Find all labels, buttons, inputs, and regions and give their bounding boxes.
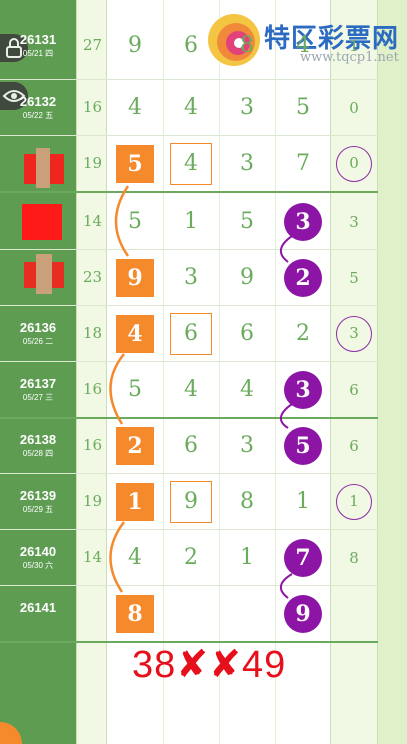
redacted-mark bbox=[22, 200, 66, 248]
arc-purple bbox=[280, 403, 293, 429]
sum-value: 23 bbox=[82, 268, 103, 286]
digit-cell: 9 bbox=[284, 595, 322, 633]
arc-purple bbox=[280, 573, 293, 599]
lottery-chart: 特区彩票网 www.tqcp1.net 38✘✘49 26131 05/21 四2… bbox=[0, 0, 407, 744]
tail-value: 3 bbox=[349, 213, 359, 231]
tail-value: 0 bbox=[349, 99, 359, 117]
digit-cell: 5 bbox=[116, 145, 154, 183]
sum-value: 16 bbox=[82, 98, 103, 116]
tail-value: 0 bbox=[336, 146, 372, 182]
digit-cell: 3 bbox=[240, 95, 254, 120]
digit-cell: 8 bbox=[116, 595, 154, 633]
tail-value: 5 bbox=[349, 269, 359, 287]
digit-cell: 8 bbox=[240, 33, 254, 58]
digit-cell: 9 bbox=[116, 259, 154, 297]
digit-cell: 2 bbox=[284, 259, 322, 297]
digit-cell: 8 bbox=[240, 489, 254, 514]
issue-date: 05/22 五 bbox=[22, 111, 54, 120]
digit-cell: 1 bbox=[240, 545, 254, 570]
issue-number: 26138 bbox=[19, 432, 57, 447]
redacted-mark bbox=[24, 148, 66, 192]
digit-cell: 9 bbox=[170, 481, 212, 523]
sum-value: 14 bbox=[82, 212, 103, 230]
digit-cell: 5 bbox=[128, 209, 142, 234]
issue-label: 26140 05/30 六 bbox=[0, 544, 76, 571]
digit-cell: 4 bbox=[184, 377, 198, 402]
issue-date: 05/27 三 bbox=[22, 393, 54, 402]
issue-date: 05/29 五 bbox=[22, 505, 54, 514]
issue-date: 05/21 四 bbox=[22, 49, 54, 58]
issue-label: 26139 05/29 五 bbox=[0, 488, 76, 515]
sum-value: 19 bbox=[82, 492, 103, 510]
digit-cell: 5 bbox=[128, 377, 142, 402]
digit-cell: 6 bbox=[240, 321, 254, 346]
digit-cell: 3 bbox=[240, 151, 254, 176]
tail-value: 3 bbox=[336, 316, 372, 352]
tail-value: 8 bbox=[349, 549, 359, 567]
digit-cell: 2 bbox=[116, 427, 154, 465]
prediction-text: 38✘✘49 bbox=[132, 644, 287, 686]
digit-cell: 4 bbox=[170, 143, 212, 185]
issue-label: 26136 05/26 二 bbox=[0, 320, 76, 347]
issue-label: 26141 bbox=[0, 600, 76, 615]
digit-cell: 5 bbox=[284, 427, 322, 465]
digit-cell: 4 bbox=[296, 33, 310, 58]
issue-number: 26141 bbox=[19, 600, 57, 615]
digit-cell: 3 bbox=[184, 265, 198, 290]
digit-cell: 3 bbox=[284, 371, 322, 409]
digit-cell: 7 bbox=[296, 151, 310, 176]
tail-value: 6 bbox=[349, 381, 359, 399]
issue-number: 26140 bbox=[19, 544, 57, 559]
digit-cell: 1 bbox=[296, 489, 310, 514]
digit-cell: 5 bbox=[296, 95, 310, 120]
digit-cell: 6 bbox=[184, 433, 198, 458]
redacted-mark bbox=[24, 254, 66, 298]
tail-value: 6 bbox=[349, 437, 359, 455]
digit-cell: 9 bbox=[240, 265, 254, 290]
arc-purple bbox=[280, 235, 293, 263]
issue-label: 26132 05/22 五 bbox=[0, 94, 76, 121]
digit-cell: 2 bbox=[296, 321, 310, 346]
digit-cell: 9 bbox=[128, 33, 142, 58]
digit-cell: 4 bbox=[240, 377, 254, 402]
digit-cell: 6 bbox=[170, 313, 212, 355]
sum-value: 18 bbox=[82, 324, 103, 342]
digit-cell: 7 bbox=[284, 539, 322, 577]
sum-value: 14 bbox=[82, 548, 103, 566]
sum-value: 16 bbox=[82, 436, 103, 454]
issue-number: 26137 bbox=[19, 376, 57, 391]
digit-cell: 4 bbox=[116, 315, 154, 353]
digit-cell: 3 bbox=[240, 433, 254, 458]
issue-number: 26132 bbox=[19, 94, 57, 109]
issue-date: 05/28 四 bbox=[22, 449, 54, 458]
tail-value: 1 bbox=[349, 37, 359, 55]
digit-cell: 3 bbox=[284, 203, 322, 241]
issue-date: 05/26 二 bbox=[22, 337, 54, 346]
issue-number: 26131 bbox=[19, 32, 57, 47]
sum-value: 27 bbox=[82, 36, 103, 54]
issue-label: 26131 05/21 四 bbox=[0, 32, 76, 59]
issue-label: 26138 05/28 四 bbox=[0, 432, 76, 459]
digit-cell: 1 bbox=[184, 209, 198, 234]
sum-value: 16 bbox=[82, 380, 103, 398]
digit-cell: 1 bbox=[116, 483, 154, 521]
digit-cell: 2 bbox=[184, 545, 198, 570]
digit-cell: 4 bbox=[184, 95, 198, 120]
digit-cell: 5 bbox=[240, 209, 254, 234]
digit-cell: 4 bbox=[128, 95, 142, 120]
sum-value: 19 bbox=[82, 154, 103, 172]
issue-date: 05/30 六 bbox=[22, 561, 54, 570]
digit-cell: 6 bbox=[184, 33, 198, 58]
tail-value: 1 bbox=[336, 484, 372, 520]
issue-label: 26137 05/27 三 bbox=[0, 376, 76, 403]
issue-number: 26139 bbox=[19, 488, 57, 503]
issue-number: 26136 bbox=[19, 320, 57, 335]
digit-cell: 4 bbox=[128, 545, 142, 570]
